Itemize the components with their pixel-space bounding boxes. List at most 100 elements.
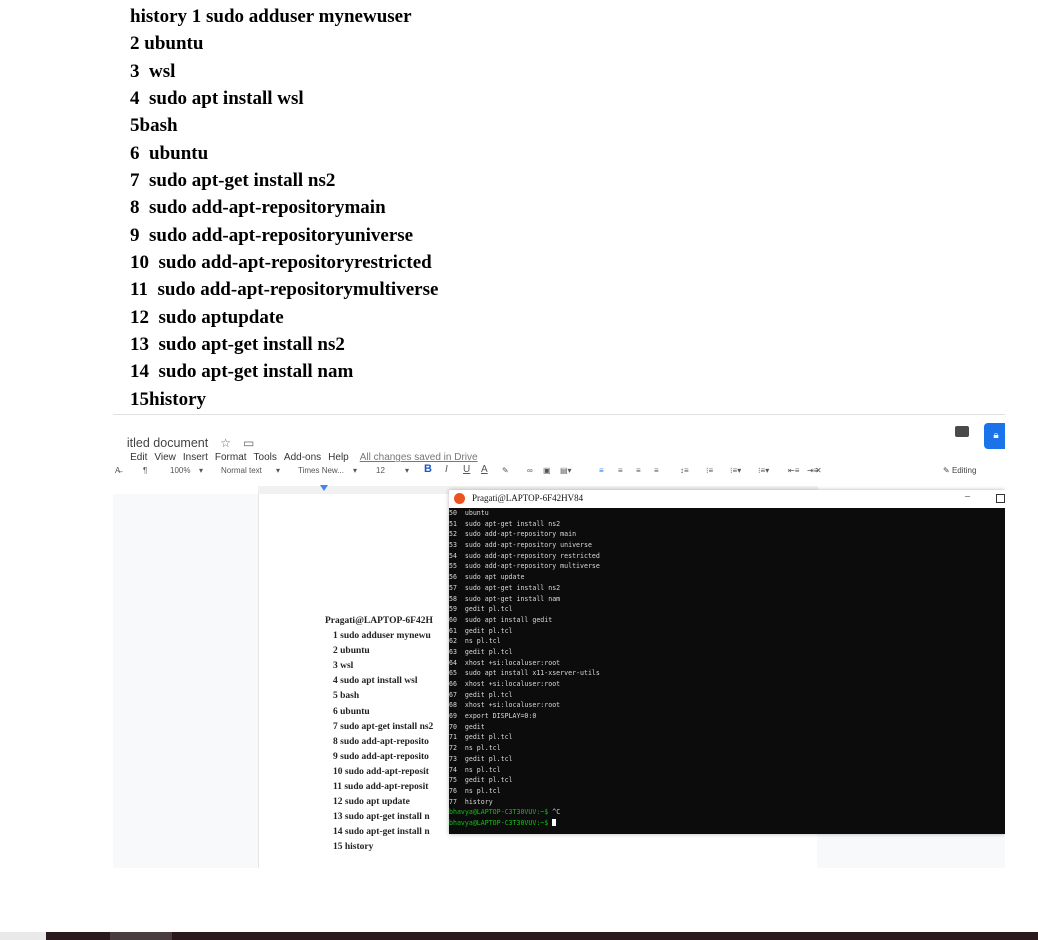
terminal-line: 58 sudo apt-get install nam [449, 594, 561, 603]
terminal-prompt: bhavya@LAPTOP-C3T30VUV:~$ [449, 808, 549, 817]
minimize-button[interactable]: – [965, 491, 970, 502]
doc-text-line: 15 history [333, 842, 374, 853]
highlight-icon[interactable]: ✎ [502, 466, 509, 475]
chevron-down-icon: ▾ [199, 466, 204, 475]
doc-text-line: 6 ubuntu [333, 706, 370, 717]
terminal-prompt: bhavya@LAPTOP-C3T30VUV:~$ [449, 818, 549, 827]
bottom-bar [0, 932, 1038, 940]
numbered-list-icon[interactable]: ⁝≡▾ [758, 466, 769, 475]
align-left-icon[interactable]: ≡ [599, 466, 604, 475]
font-size-select[interactable]: 12 [376, 466, 385, 475]
doc-text-line: 4 sudo apt install wsl [333, 676, 418, 687]
terminal-line: 50 ubuntu [449, 509, 489, 517]
chevron-down-icon: ▾ [353, 466, 358, 475]
decrease-indent-icon[interactable]: ⇤≡ [788, 466, 799, 475]
link-icon[interactable]: ∞ [527, 466, 533, 475]
terminal-line: 51 sudo apt-get install ns2 [449, 519, 561, 528]
doc-text-line: 13 sudo apt-get install n [333, 812, 430, 823]
bottom-bar-segment [0, 932, 46, 940]
terminal-line: 60 sudo apt install gedit [449, 615, 553, 624]
spellcheck-icon[interactable]: A̶ [115, 466, 120, 475]
history-line: 9 sudo add-apt-repositoryuniverse [130, 224, 414, 246]
bold-button[interactable]: B [424, 463, 432, 475]
comment-add-icon[interactable]: ▣ [543, 466, 551, 475]
history-line: 6 ubuntu [130, 142, 209, 164]
doc-text-line: 9 sudo add-apt-reposito [333, 751, 429, 762]
terminal-line: 75 gedit pl.tcl [449, 776, 513, 785]
style-select[interactable]: Normal text [221, 466, 262, 475]
terminal-line: 66 xhost +si:localuser:root [449, 680, 561, 688]
document-text: Pragati@LAPTOP-6F42H 1 sudo adduser myne… [325, 614, 433, 856]
terminal-titlebar[interactable]: Pragati@LAPTOP-6F42HV84 – [449, 490, 1005, 508]
history-line: 14 sudo apt-get install nam [130, 361, 354, 383]
terminal-line: 55 sudo add-apt-repository multiverse [449, 562, 600, 571]
terminal-line: 56 sudo apt update [449, 573, 525, 582]
toolbar: A̶ ¶ 100% ▾ Normal text ▾ Times New... ▾… [113, 462, 1005, 482]
terminal-line: 64 xhost +si:localuser:root [449, 658, 561, 667]
zoom-select[interactable]: 100% [170, 466, 190, 475]
checklist-icon[interactable]: ⁝≡ [706, 466, 713, 475]
maximize-button[interactable] [996, 494, 1005, 503]
ubuntu-icon [454, 493, 465, 504]
terminal-line: 67 gedit pl.tcl [449, 690, 513, 699]
text-color-button[interactable]: A [481, 464, 488, 475]
indent-marker[interactable] [320, 485, 328, 491]
bottom-bar-segment [110, 932, 172, 940]
align-center-icon[interactable]: ≡ [618, 466, 623, 475]
lock-icon: 🔒︎ [993, 430, 999, 441]
align-right-icon[interactable]: ≡ [636, 466, 641, 475]
doc-text-header: Pragati@LAPTOP-6F42H [325, 616, 433, 626]
terminal-line: 52 sudo add-apt-repository main [449, 530, 577, 539]
terminal-command: ^C [548, 808, 561, 817]
history-line: 7 sudo apt-get install ns2 [130, 170, 336, 192]
line-spacing-icon[interactable]: ↕≡ [680, 466, 689, 475]
terminal-output[interactable]: 50 ubuntu 51 sudo apt-get install ns2 52… [449, 508, 1005, 834]
font-select[interactable]: Times New... [298, 466, 344, 475]
underline-button[interactable]: U [463, 464, 470, 475]
terminal-line: 63 gedit pl.tcl [449, 647, 513, 656]
comment-icon[interactable] [955, 426, 969, 437]
terminal-line: 61 gedit pl.tcl [449, 626, 513, 635]
share-button[interactable]: 🔒︎ [984, 423, 1005, 449]
terminal-line: 57 sudo apt-get install ns2 [449, 583, 561, 592]
terminal-line: 72 ns pl.tcl [449, 744, 501, 753]
paint-format-icon[interactable]: ¶ [143, 466, 147, 475]
terminal-title: Pragati@LAPTOP-6F42HV84 [472, 493, 584, 503]
history-line: 2 ubuntu [130, 33, 204, 55]
history-line: 12 sudo aptupdate [130, 306, 284, 328]
terminal-line: 73 gedit pl.tcl [449, 754, 513, 763]
terminal-line: 62 ns pl.tcl [449, 637, 501, 646]
history-line: 10 sudo add-apt-repositoryrestricted [130, 252, 432, 274]
doc-text-line: 10 sudo add-apt-reposit [333, 766, 429, 777]
history-line: 8 sudo add-apt-repositorymain [130, 197, 386, 219]
doc-text-line: 5 bash [333, 691, 360, 702]
clear-format-icon[interactable]: ✕ [815, 466, 822, 475]
doc-text-line: 7 sudo apt-get install ns2 [333, 721, 434, 732]
chevron-down-icon: ▾ [405, 466, 410, 475]
doc-text-line: 2 ubuntu [333, 646, 370, 657]
embedded-screenshot: itled document ☆ ▭ Edit View Insert Format Too… [113, 414, 1005, 868]
editing-mode-label: Editing [951, 466, 977, 475]
image-icon[interactable]: ▤▾ [560, 466, 572, 475]
terminal-line: 68 xhost +si:localuser:root [449, 701, 561, 710]
chevron-down-icon: ▾ [276, 466, 281, 475]
align-justify-icon[interactable]: ≡ [654, 466, 659, 475]
terminal-line: 69 export DISPLAY=0:0 [449, 712, 537, 721]
terminal-prompt-line: bhavya@LAPTOP-C3T30VUV:~$ ^C [449, 807, 1005, 818]
doc-text-line: 8 sudo add-apt-reposito [333, 736, 429, 747]
history-line: 11 sudo add-apt-repositorymultiverse [130, 279, 439, 301]
terminal-cursor [552, 819, 557, 827]
history-line: 3 wsl [130, 60, 176, 82]
italic-button[interactable]: I [445, 464, 448, 475]
editing-mode[interactable]: ✎ Editing [943, 466, 976, 475]
divider [113, 414, 1005, 415]
terminal-line: 71 gedit pl.tcl [449, 733, 513, 742]
terminal-line: 76 ns pl.tcl [449, 786, 501, 795]
terminal-line: 54 sudo add-apt-repository restricted [449, 551, 600, 560]
doc-text-line: 14 sudo apt-get install n [333, 827, 430, 838]
terminal-window[interactable]: Pragati@LAPTOP-6F42HV84 – 50 ubuntu 51 s… [449, 490, 1005, 834]
terminal-prompt-line[interactable]: bhavya@LAPTOP-C3T30VUV:~$ [449, 818, 1005, 829]
bullet-list-icon[interactable]: ⁝≡▾ [730, 466, 741, 475]
terminal-line: 59 gedit pl.tcl [449, 605, 513, 614]
history-line: 4 sudo apt install wsl [130, 88, 304, 110]
